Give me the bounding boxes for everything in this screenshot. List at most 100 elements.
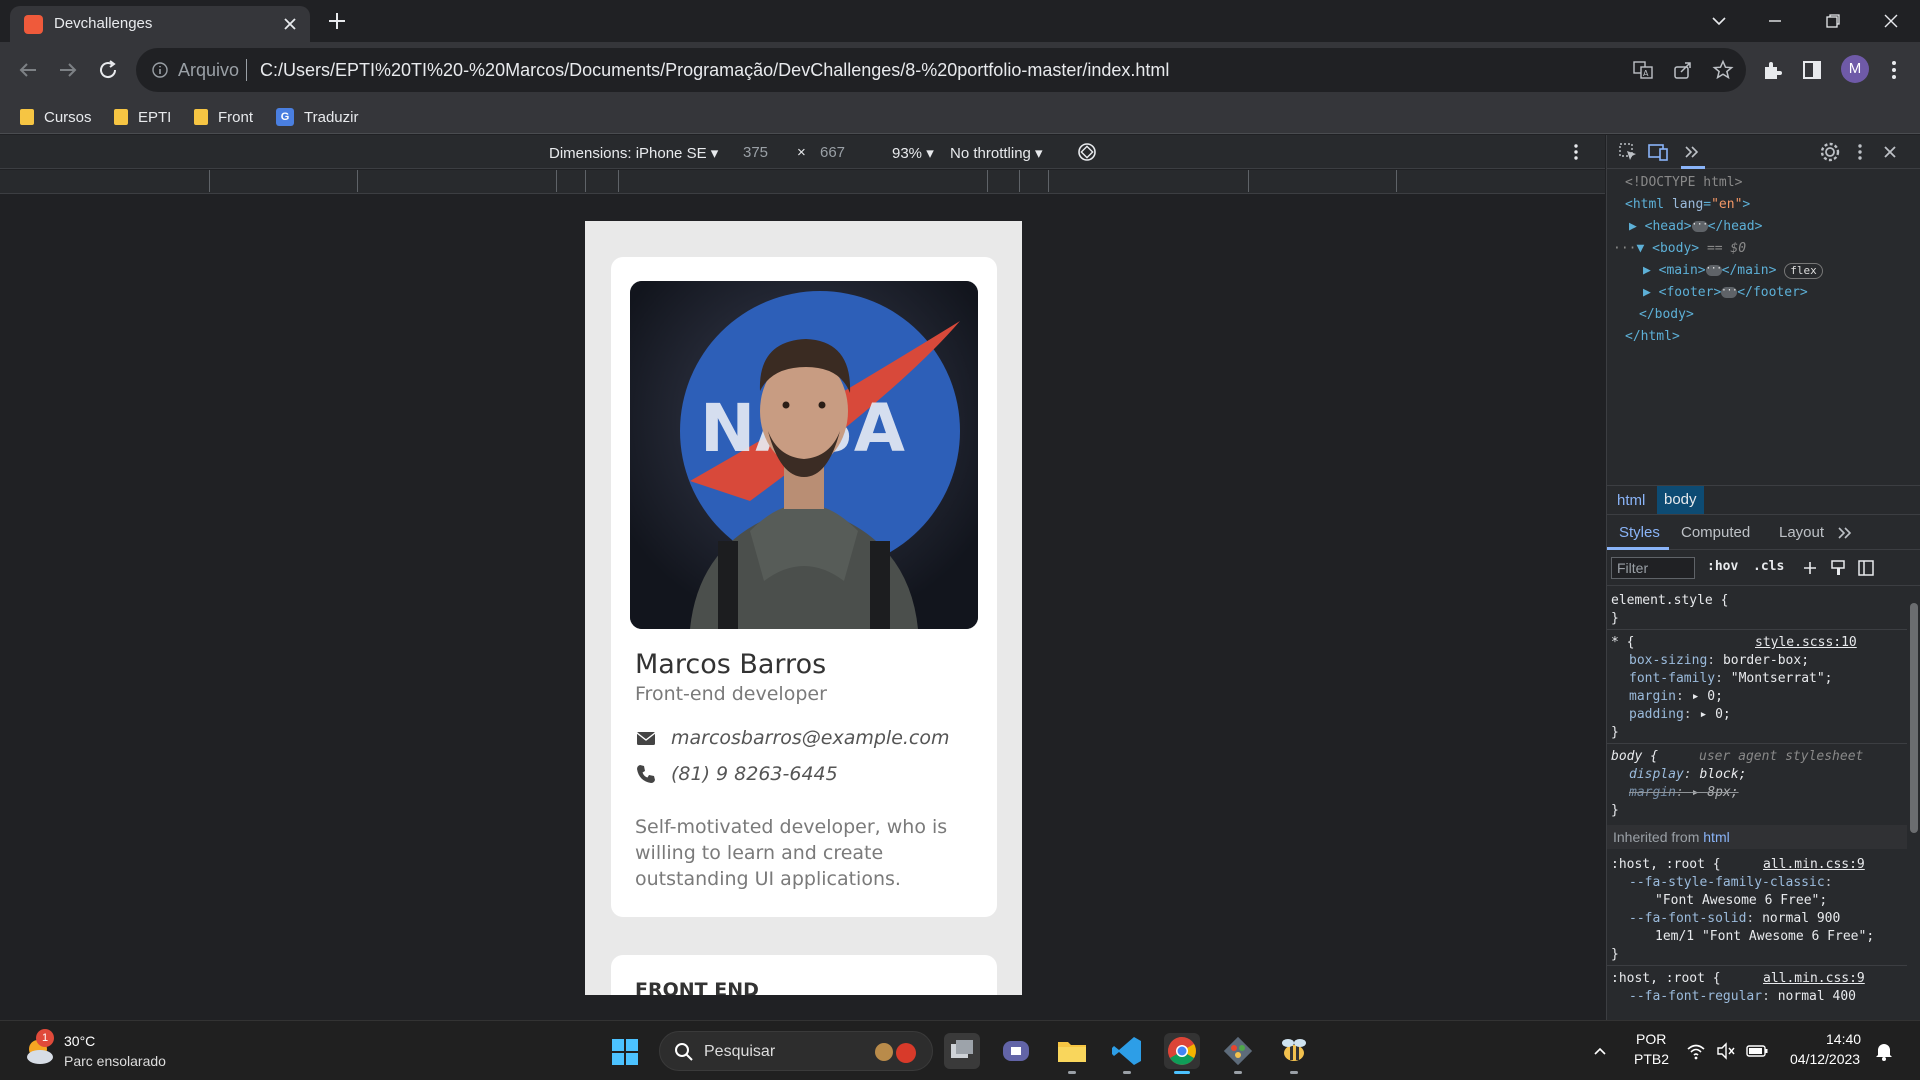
browser-tab[interactable]: Devchallenges [10, 6, 310, 42]
input-language[interactable]: POR [1636, 1031, 1666, 1047]
paint-brush-icon[interactable] [1829, 559, 1847, 577]
dom-html-close[interactable]: </html> [1625, 329, 1680, 344]
dom-body-close[interactable]: </body> [1639, 307, 1694, 322]
prop-body-margin[interactable]: margin: ▸ 8px; [1629, 785, 1739, 800]
new-rule-icon[interactable] [1801, 559, 1819, 577]
browser-menu-icon[interactable] [1882, 58, 1906, 82]
prop-font-family[interactable]: font-family: "Montserrat"; [1629, 671, 1833, 686]
tab-layout[interactable]: Layout [1779, 524, 1824, 541]
windows-start-icon[interactable] [610, 1037, 640, 1067]
prop-fa-font-solid[interactable]: --fa-font-solid: normal 900 [1629, 911, 1840, 926]
prop-fa-style-family-value[interactable]: "Font Awesome 6 Free"; [1655, 893, 1827, 908]
universal-selector[interactable]: * { [1611, 635, 1634, 650]
url-text[interactable]: C:/Users/EPTI%20TI%20-%20Marcos/Document… [260, 60, 1169, 81]
devtools-menu-icon[interactable] [1849, 141, 1871, 163]
prop-padding[interactable]: padding: ▸ 0; [1629, 707, 1731, 722]
rotate-icon[interactable] [1076, 141, 1098, 163]
more-tabs-icon[interactable] [1835, 523, 1855, 543]
site-info-icon[interactable] [152, 62, 168, 78]
bookmark-epti[interactable]: EPTI [114, 106, 171, 128]
all-min-css-link[interactable]: all.min.css:9 [1763, 857, 1865, 872]
dom-main[interactable]: ▶ <main>···</main> flex [1643, 263, 1823, 279]
extensions-icon[interactable] [1760, 58, 1784, 82]
file-explorer-icon[interactable] [1054, 1033, 1090, 1069]
prop-fa-font-solid-value[interactable]: 1em/1 "Font Awesome 6 Free"; [1655, 929, 1874, 944]
bookmark-front[interactable]: Front [194, 106, 253, 128]
window-close-icon[interactable] [1878, 8, 1904, 34]
element-style-selector[interactable]: element.style { [1611, 593, 1728, 608]
dom-footer[interactable]: ▶ <footer>···</footer> [1643, 285, 1808, 300]
devtools-settings-icon[interactable] [1819, 141, 1841, 163]
breadcrumb-html[interactable]: html [1617, 492, 1645, 509]
body-selector[interactable]: body { [1611, 749, 1658, 764]
dom-html-open[interactable]: <html lang="en"> [1625, 197, 1750, 212]
device-dimensions-select[interactable]: Dimensions: iPhone SE ▾ [549, 144, 718, 162]
cls-toggle[interactable]: .cls [1753, 559, 1784, 574]
tab-computed[interactable]: Computed [1681, 524, 1750, 541]
reload-icon[interactable] [96, 58, 120, 82]
forward-icon[interactable] [56, 58, 80, 82]
prop-display[interactable]: display: block; [1629, 767, 1746, 782]
media-query-ruler[interactable] [0, 170, 1605, 194]
phone-text[interactable]: (81) 9 8263-6445 [671, 763, 838, 785]
style-scss-link[interactable]: style.scss:10 [1755, 635, 1857, 650]
all-min-css-link-2[interactable]: all.min.css:9 [1763, 971, 1865, 986]
side-panel-icon[interactable] [1800, 58, 1824, 82]
phone-contact[interactable]: (81) 9 8263-6445 [635, 763, 838, 785]
device-width-input[interactable]: 375 [743, 144, 768, 161]
styles-filter-input[interactable]: Filter [1611, 557, 1695, 579]
dom-head[interactable]: ▶ <head>···</head> [1629, 219, 1762, 234]
bookmark-cursos[interactable]: Cursos [20, 106, 92, 128]
clock-date[interactable]: 04/12/2023 [1790, 1051, 1860, 1067]
email-contact[interactable]: marcosbarros@example.com [635, 727, 950, 749]
clock-time[interactable]: 14:40 [1826, 1031, 1861, 1047]
teams-chat-icon[interactable] [998, 1033, 1034, 1069]
host-root-selector[interactable]: :host, :root { [1611, 857, 1721, 872]
prop-box-sizing[interactable]: box-sizing: border-box; [1629, 653, 1809, 668]
bookmark-star-icon[interactable] [1712, 59, 1734, 81]
prop-margin[interactable]: margin: ▸ 0; [1629, 689, 1723, 704]
prop-fa-style-family[interactable]: --fa-style-family-classic: [1629, 875, 1833, 890]
share-icon[interactable] [1672, 59, 1694, 81]
keyboard-layout[interactable]: PTB2 [1634, 1051, 1669, 1067]
devtools-close-icon[interactable] [1879, 141, 1901, 163]
device-toolbar-menu-icon[interactable] [1566, 142, 1586, 162]
breadcrumb-body[interactable]: body [1657, 486, 1704, 514]
throttling-select[interactable]: No throttling ▾ [950, 144, 1043, 162]
new-tab-icon[interactable] [325, 9, 349, 33]
tab-close-icon[interactable] [280, 14, 300, 34]
vscode-icon[interactable] [1109, 1033, 1145, 1069]
address-bar[interactable]: Arquivo C:/Users/EPTI%20TI%20-%20Marcos/… [136, 48, 1746, 92]
hov-toggle[interactable]: :hov [1707, 559, 1738, 574]
more-panels-icon[interactable] [1681, 141, 1703, 163]
inspect-element-icon[interactable] [1617, 141, 1639, 163]
chrome-icon[interactable] [1164, 1033, 1200, 1069]
email-text[interactable]: marcosbarros@example.com [671, 727, 950, 749]
task-view-icon[interactable] [944, 1033, 980, 1069]
bee-app-icon[interactable] [1276, 1033, 1312, 1069]
minimize-icon[interactable] [1762, 8, 1788, 34]
back-icon[interactable] [16, 58, 40, 82]
tab-styles[interactable]: Styles [1619, 524, 1660, 541]
zoom-select[interactable]: 93% ▾ [892, 144, 934, 162]
prop-fa-font-regular[interactable]: --fa-font-regular: normal 400 [1629, 989, 1856, 1004]
restore-icon[interactable] [1820, 8, 1846, 34]
device-height-input[interactable]: 667 [820, 144, 845, 161]
wifi-icon[interactable] [1686, 1041, 1706, 1061]
taskbar-search[interactable]: Pesquisar [659, 1031, 933, 1071]
sidebar-toggle-icon[interactable] [1857, 559, 1875, 577]
profile-avatar[interactable]: M [1841, 55, 1869, 83]
device-toggle-icon[interactable] [1647, 141, 1669, 163]
styles-scrollbar-thumb[interactable] [1910, 603, 1918, 833]
battery-icon[interactable] [1746, 1043, 1768, 1059]
dom-body-selected[interactable]: ···▼ <body> == $0 [1613, 241, 1746, 256]
weather-widget[interactable]: 1 [22, 1029, 58, 1069]
translate-icon[interactable]: A [1632, 59, 1654, 81]
host-root-selector-2[interactable]: :host, :root { [1611, 971, 1721, 986]
bookmark-traduzir[interactable]: G Traduzir [276, 106, 358, 128]
git-app-icon[interactable] [1220, 1033, 1256, 1069]
tray-overflow-chevron-icon[interactable] [1592, 1043, 1608, 1059]
tab-search-chevron-icon[interactable] [1706, 8, 1732, 34]
notification-bell-icon[interactable] [1874, 1041, 1894, 1061]
inherited-html-link[interactable]: html [1703, 829, 1729, 845]
